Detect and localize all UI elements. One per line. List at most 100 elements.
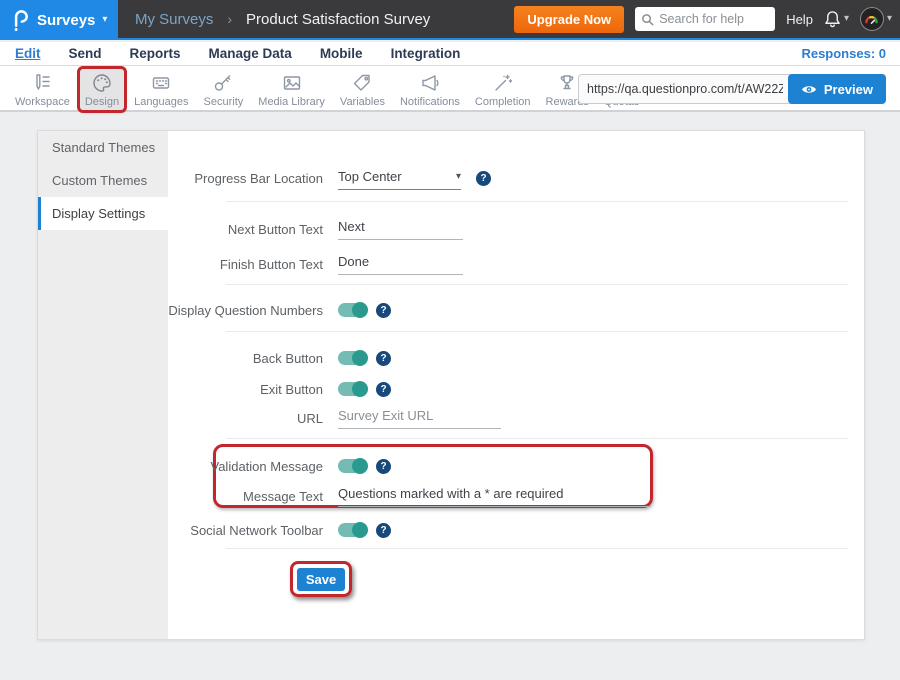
toolbar-item-completion[interactable]: Completion (470, 69, 536, 110)
exit-url-label: URL (123, 411, 323, 426)
tab-reports[interactable]: Reports (130, 46, 181, 61)
toolbar-item-variables[interactable]: Variables (335, 69, 390, 110)
toolbar-item-label: Variables (340, 96, 385, 108)
design-icon (91, 72, 113, 94)
validation-message-row: Validation Message ? (38, 458, 864, 480)
survey-url-value: https://qa.questionpro.com/t/AW22Zcq2J (587, 82, 783, 96)
finish-button-text-input[interactable] (338, 252, 463, 275)
social-network-toolbar-toggle[interactable] (338, 523, 366, 537)
completion-icon (492, 72, 514, 94)
eye-icon (801, 84, 817, 95)
display-question-numbers-label: Display Question Numbers (123, 303, 323, 318)
toolbar-item-label: Languages (134, 96, 188, 108)
next-button-text-label: Next Button Text (123, 222, 323, 237)
security-icon (212, 72, 234, 94)
exit-url-row: URL (38, 410, 864, 432)
divider (226, 331, 848, 332)
next-button-text-row: Next Button Text (38, 221, 864, 243)
help-icon[interactable]: ? (376, 382, 391, 397)
next-button-text-input[interactable] (338, 217, 463, 240)
tab-send[interactable]: Send (69, 46, 102, 61)
toolbar-item-label: Workspace (15, 96, 70, 108)
chevron-down-icon: ▾ (844, 14, 849, 24)
sidebar-item-standard-themes[interactable]: Standard Themes (38, 131, 168, 164)
rewards-icon (556, 72, 578, 94)
toolbar-item-notifications[interactable]: Notifications (395, 69, 465, 110)
finish-button-text-label: Finish Button Text (123, 257, 323, 272)
chevron-down-icon: ▾ (456, 172, 461, 184)
toolbar-item-label: Completion (475, 96, 531, 108)
page-title: Product Satisfaction Survey (246, 11, 430, 28)
divider (226, 284, 848, 285)
progress-bar-location-value: Top Center (338, 169, 402, 184)
responses-count[interactable]: Responses: 0 (801, 46, 886, 61)
upgrade-now-button[interactable]: Upgrade Now (514, 6, 624, 33)
notifications-bell-menu[interactable]: ▾ (824, 10, 849, 28)
tab-manage-data[interactable]: Manage Data (209, 46, 292, 61)
progress-bar-location-select[interactable]: Top Center ▾ (338, 167, 461, 190)
languages-icon (150, 72, 172, 94)
help-icon[interactable]: ? (476, 171, 491, 186)
tab-edit[interactable]: Edit (15, 46, 41, 61)
surveys-product-menu[interactable]: Surveys ▾ (0, 0, 118, 40)
validation-message-toggle[interactable] (338, 459, 366, 473)
display-settings-panel: Standard Themes Custom Themes Display Se… (37, 130, 865, 640)
exit-url-input[interactable] (338, 406, 501, 429)
message-text-row: Message Text (38, 488, 864, 510)
divider (226, 548, 848, 549)
help-icon[interactable]: ? (376, 459, 391, 474)
tab-mobile[interactable]: Mobile (320, 46, 363, 61)
display-question-numbers-toggle[interactable] (338, 303, 366, 317)
validation-message-label: Validation Message (123, 459, 323, 474)
save-button[interactable]: Save (297, 568, 345, 591)
help-icon[interactable]: ? (376, 351, 391, 366)
message-text-input[interactable] (338, 484, 651, 507)
tab-integration[interactable]: Integration (391, 46, 461, 61)
breadcrumb-chevron-icon: › (227, 11, 232, 27)
chevron-down-icon: ▾ (887, 14, 892, 24)
toolbar-item-label: Design (85, 96, 119, 108)
help-search-input[interactable] (659, 12, 769, 26)
account-menu[interactable]: ▾ (860, 7, 892, 31)
breadcrumb-my-surveys[interactable]: My Surveys (135, 11, 213, 28)
search-icon (641, 13, 654, 26)
toolbar-item-security[interactable]: Security (199, 69, 249, 110)
progress-bar-location-label: Progress Bar Location (123, 171, 323, 186)
back-button-row: Back Button ? (38, 350, 864, 372)
questionpro-logo-icon (12, 8, 30, 32)
toolbar-item-design[interactable]: Design (80, 69, 124, 110)
display-question-numbers-row: Display Question Numbers ? (38, 302, 864, 324)
social-network-toolbar-label: Social Network Toolbar (123, 523, 323, 538)
divider (226, 438, 848, 439)
preview-button[interactable]: Preview (788, 74, 886, 104)
back-button-label: Back Button (123, 351, 323, 366)
design-toolbar: Workspace Design Language (0, 66, 900, 112)
bell-icon (824, 10, 841, 28)
help-link[interactable]: Help (786, 12, 813, 27)
exit-button-label: Exit Button (123, 382, 323, 397)
toolbar-item-label: Media Library (258, 96, 325, 108)
exit-button-toggle[interactable] (338, 382, 366, 396)
message-text-label: Message Text (123, 489, 323, 504)
header-actions: Upgrade Now Help ▾ (514, 0, 892, 38)
back-button-toggle[interactable] (338, 351, 366, 365)
social-network-toolbar-row: Social Network Toolbar ? (38, 522, 864, 544)
variables-icon (351, 72, 373, 94)
survey-nav: Edit Send Reports Manage Data Mobile Int… (0, 42, 900, 66)
divider (226, 201, 848, 202)
product-label: Surveys (37, 12, 95, 29)
top-header: Surveys ▾ My Surveys › Product Satisfact… (0, 0, 900, 40)
help-search[interactable] (635, 7, 775, 31)
help-icon[interactable]: ? (376, 523, 391, 538)
toolbar-item-workspace[interactable]: Workspace (10, 69, 75, 110)
media-library-icon (281, 72, 303, 94)
finish-button-text-row: Finish Button Text (38, 256, 864, 278)
exit-button-row: Exit Button ? (38, 381, 864, 403)
toolbar-item-languages[interactable]: Languages (129, 69, 193, 110)
toolbar-item-media-library[interactable]: Media Library (253, 69, 330, 110)
breadcrumb: My Surveys › Product Satisfaction Survey (135, 0, 430, 38)
chevron-down-icon: ▾ (102, 15, 107, 25)
help-icon[interactable]: ? (376, 303, 391, 318)
save-annotation-box: Save (290, 561, 352, 597)
survey-url-field[interactable]: https://qa.questionpro.com/t/AW22Zcq2J ✎ (578, 74, 810, 104)
